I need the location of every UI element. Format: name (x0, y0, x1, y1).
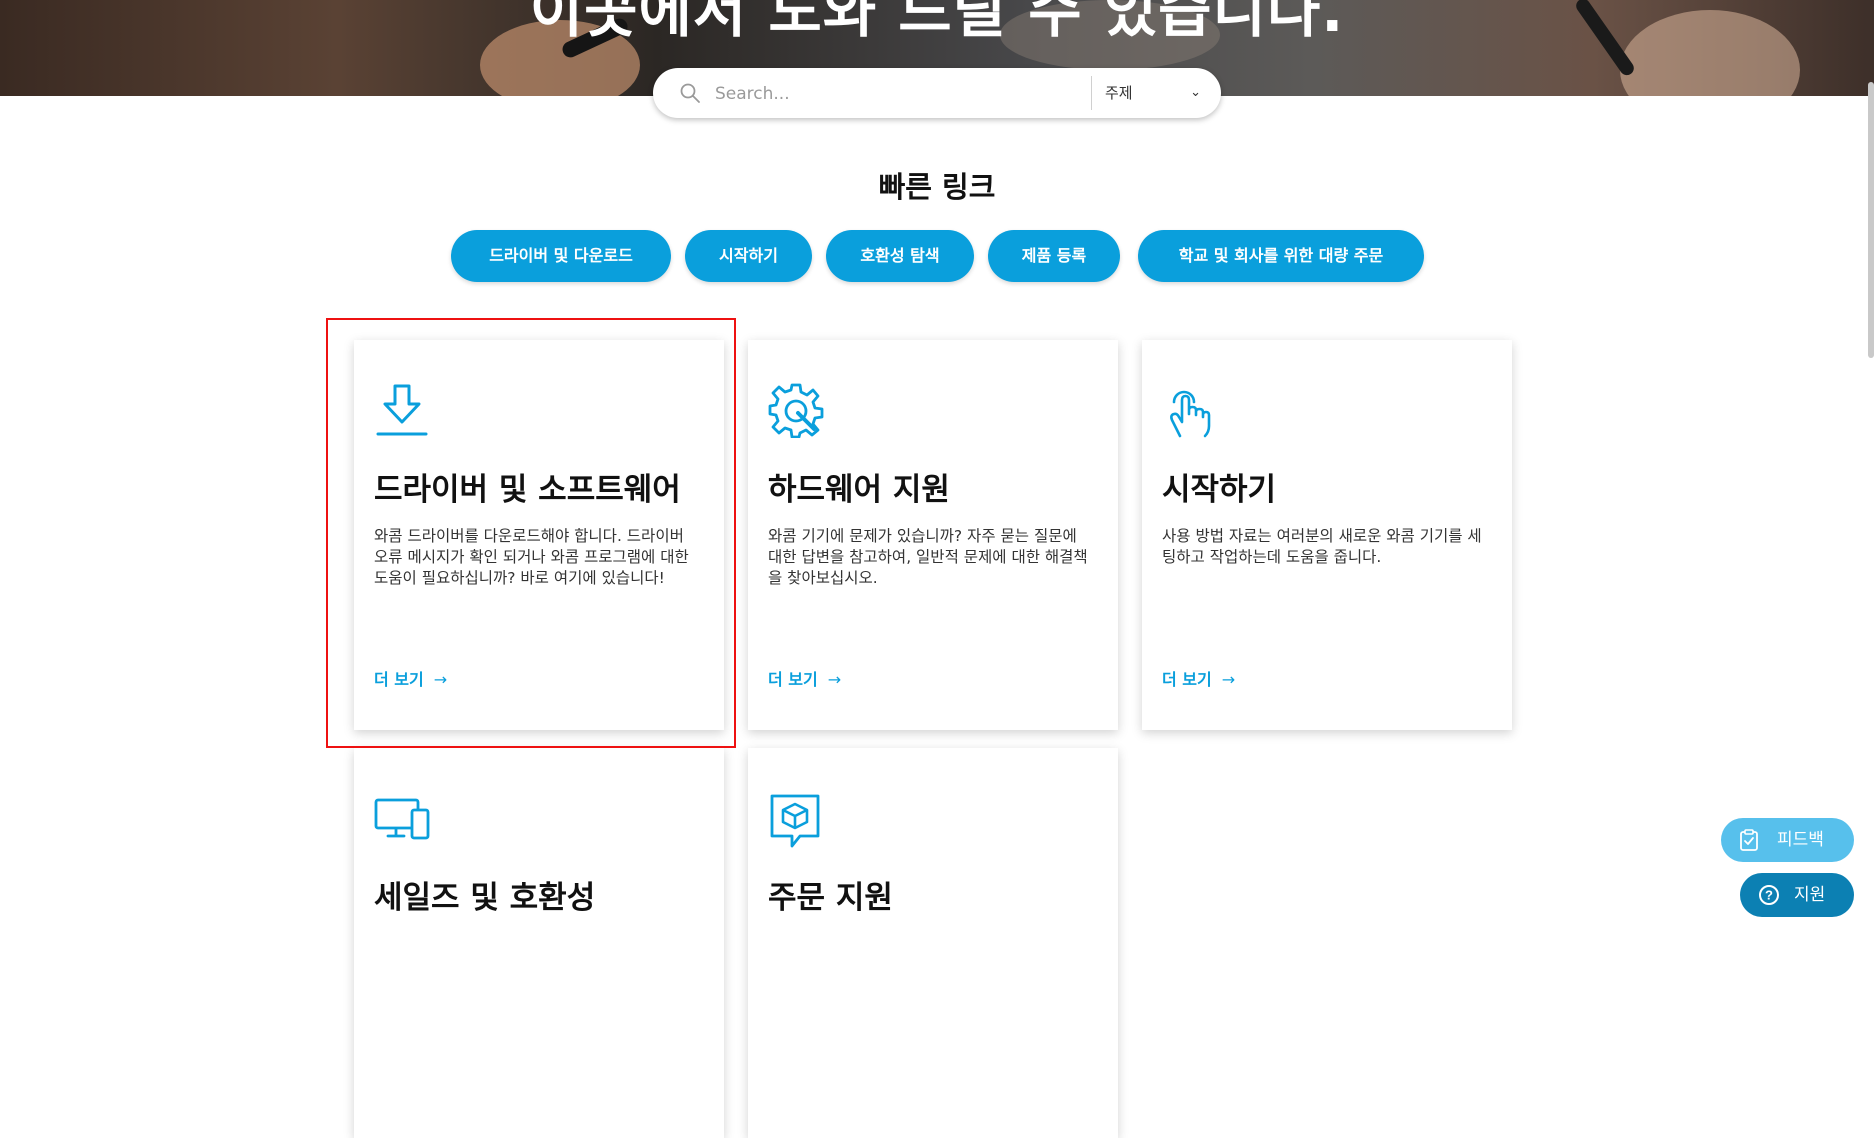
devices-icon (374, 798, 430, 840)
search-input[interactable] (713, 80, 1137, 108)
quick-link-bulk-orders[interactable]: 학교 및 회사를 위한 대량 주문 (1138, 230, 1424, 282)
card-hardware-support[interactable]: 하드웨어 지원 와콤 기기에 문제가 있습니까? 자주 묻는 질문에 대한 답변… (748, 340, 1118, 730)
scrollbar-thumb[interactable] (1868, 82, 1874, 358)
topic-select[interactable]: 주제 ⌄ (1105, 80, 1205, 106)
see-more-link[interactable]: 더 보기 → (768, 666, 841, 690)
quick-link-product-registration[interactable]: 제품 등록 (988, 230, 1120, 282)
card-sales-compatibility[interactable]: 세일즈 및 호환성 (354, 748, 724, 1138)
quick-link-compatibility[interactable]: 호환성 탐색 (826, 230, 974, 282)
feedback-button[interactable]: 피드백 (1721, 818, 1854, 862)
quick-link-drivers[interactable]: 드라이버 및 다운로드 (451, 230, 671, 282)
see-more-link[interactable]: 더 보기 → (1162, 666, 1235, 690)
selection-highlight (326, 318, 736, 748)
card-title: 하드웨어 지원 (768, 472, 950, 508)
chevron-down-icon: ⌄ (1190, 85, 1201, 100)
feedback-label: 피드백 (1777, 830, 1824, 850)
gear-wrench-icon (768, 383, 824, 438)
quick-link-getting-started[interactable]: 시작하기 (685, 230, 812, 282)
svg-text:?: ? (1765, 888, 1773, 903)
support-button[interactable]: ? 지원 (1740, 873, 1854, 917)
card-description: 사용 방법 자료는 여러분의 새로운 와콤 기기를 세팅하고 작업하는데 도움을… (1162, 527, 1482, 566)
touch-hand-icon (1170, 390, 1211, 438)
card-getting-started[interactable]: 시작하기 사용 방법 자료는 여러분의 새로운 와콤 기기를 세팅하고 작업하는… (1142, 340, 1512, 730)
quick-links-title: 빠른 링크 (878, 170, 996, 204)
see-more-label: 더 보기 (768, 670, 818, 689)
arrow-right-icon: → (1221, 670, 1236, 689)
topic-select-label: 주제 (1105, 84, 1133, 102)
card-title: 주문 지원 (768, 880, 893, 916)
card-title: 시작하기 (1162, 472, 1277, 508)
card-order-support[interactable]: 주문 지원 (748, 748, 1118, 1138)
hero-title: 이곳에서 도와 드릴 수 있습니다. (529, 0, 1345, 45)
help-circle-icon: ? (1759, 885, 1779, 905)
arrow-right-icon: → (827, 670, 842, 689)
see-more-label: 더 보기 (1162, 670, 1212, 689)
search-divider (1091, 76, 1092, 110)
search-icon (680, 83, 700, 103)
search-bar: 주제 ⌄ (653, 68, 1221, 118)
package-chat-icon (770, 794, 820, 848)
card-description: 와콤 기기에 문제가 있습니까? 자주 묻는 질문에 대한 답변을 참고하여, … (768, 527, 1088, 587)
support-label: 지원 (1794, 885, 1826, 905)
card-title: 세일즈 및 호환성 (374, 880, 596, 916)
clipboard-check-icon (1740, 829, 1758, 851)
